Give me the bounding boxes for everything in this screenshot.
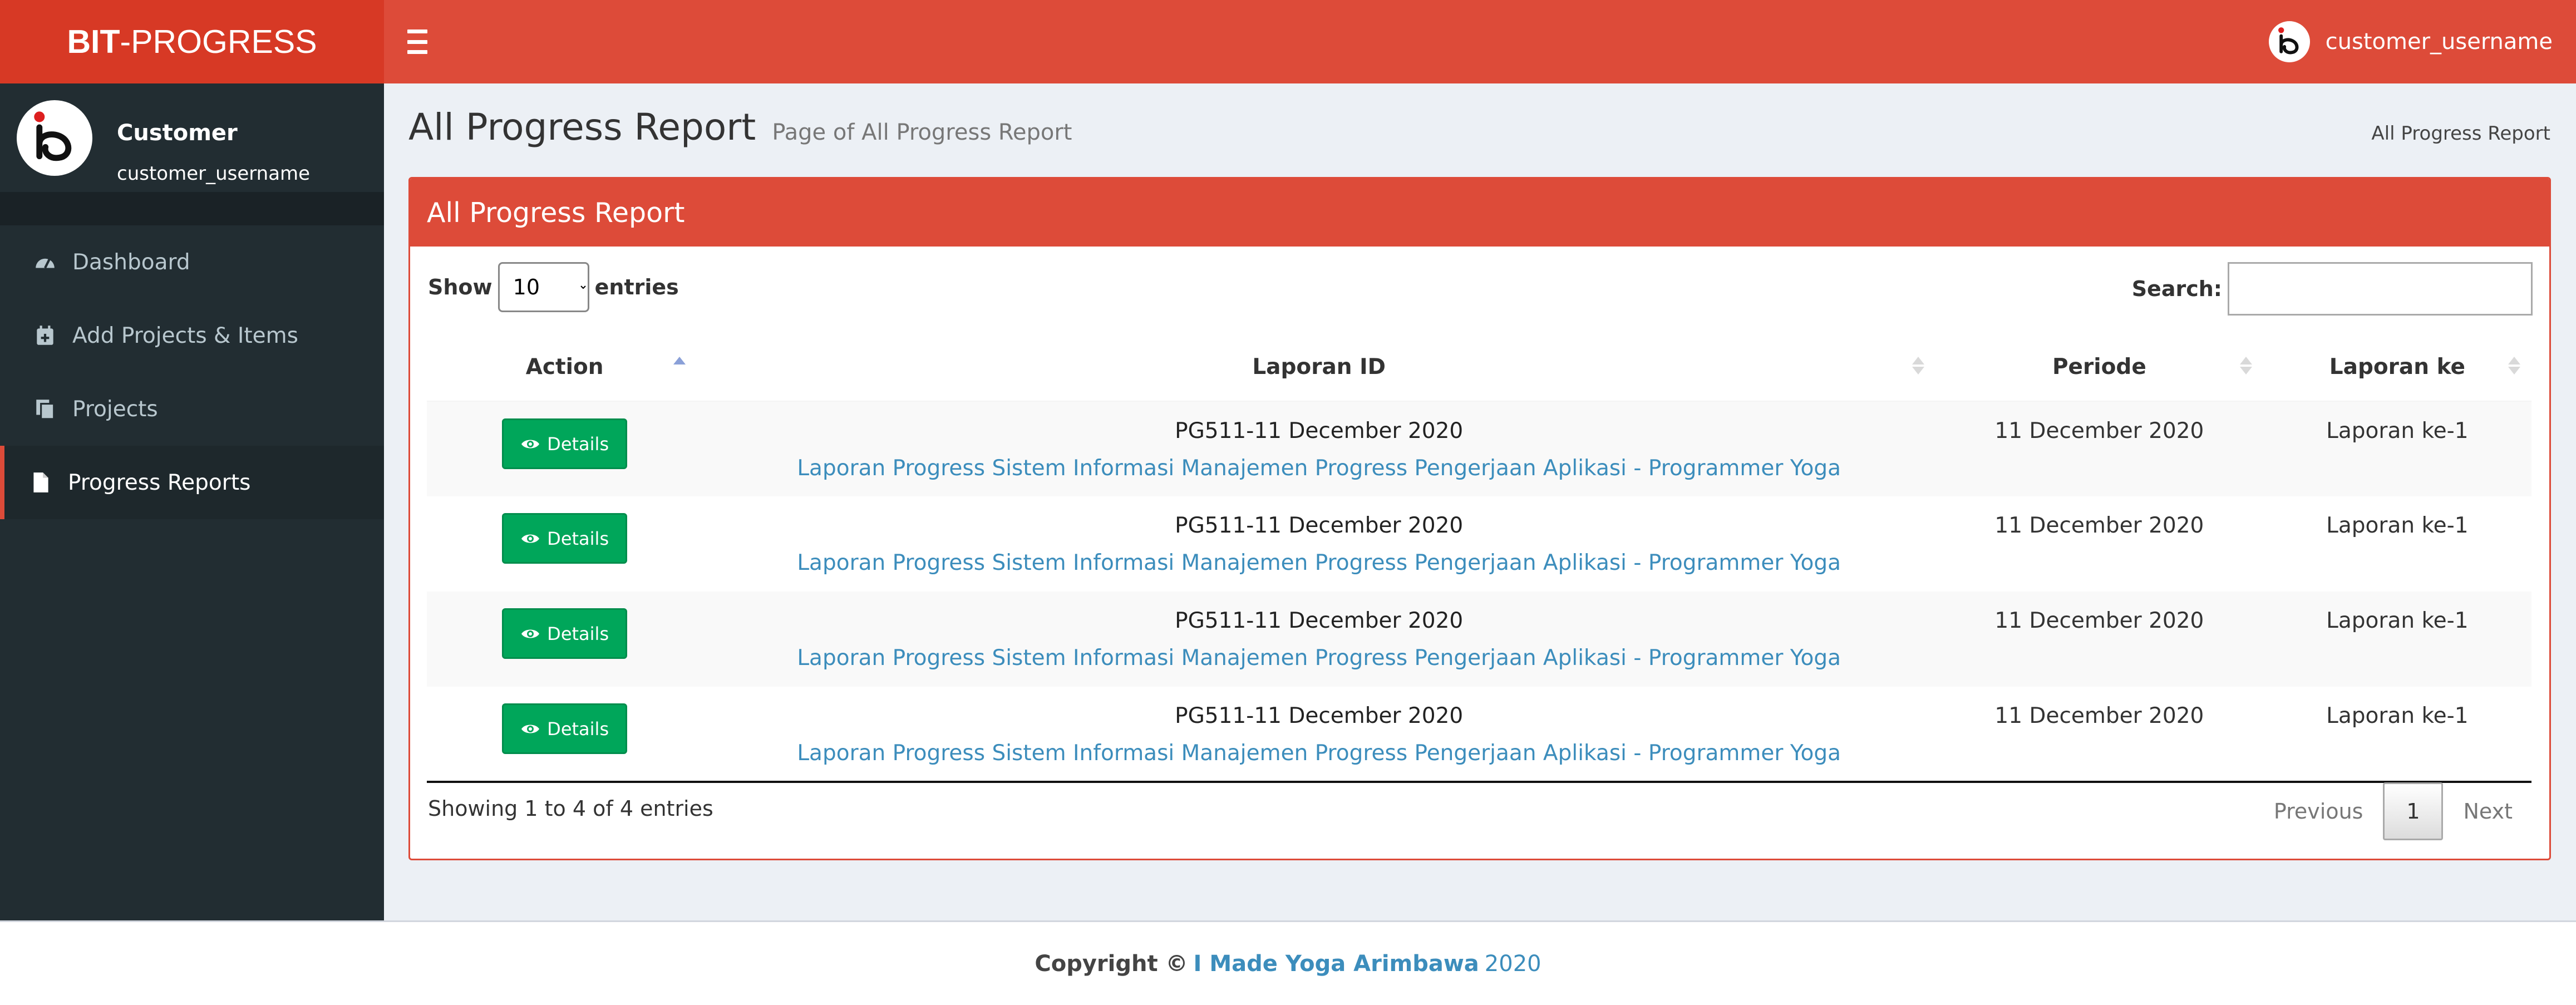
sidebar-item-dashboard[interactable]: Dashboard [0,225,384,299]
column-header-laporan-ke[interactable]: Laporan ke [2263,333,2531,402]
sidebar-toggle-button[interactable] [407,29,427,54]
laporan-ke-cell: Laporan ke-1 [2326,513,2469,538]
periode-cell: 11 December 2020 [1994,703,2204,728]
details-button[interactable]: Details [502,513,628,564]
column-header-action[interactable]: Action [427,333,703,402]
periode-cell: 11 December 2020 [1994,513,2204,538]
laporan-id: PG511-11 December 2020 [1175,703,1464,728]
avatar [17,100,92,176]
sidebar-header-divider [0,192,384,225]
search-control: Search: [2132,262,2533,316]
file-icon [29,471,52,494]
brand-rest: -PROGRESS [120,23,317,60]
copyright-label: Copyright © [1035,950,1188,977]
sidebar: Customer customer_username Dashboard Add… [0,83,384,920]
sort-icon [1912,357,1925,378]
laporan-ke-cell: Laporan ke-1 [2326,608,2469,633]
page-title: All Progress Report [408,106,756,149]
search-input[interactable] [2228,262,2533,316]
laporan-link[interactable]: Laporan Progress Sistem Informasi Manaje… [702,456,1935,481]
page-button-1[interactable]: 1 [2383,782,2444,840]
table-row: Details PG511-11 December 2020 Laporan P… [427,687,2531,782]
laporan-link[interactable]: Laporan Progress Sistem Informasi Manaje… [702,646,1935,671]
sidebar-user-name: Customer [117,120,238,146]
breadcrumb[interactable]: All Progress Report [2371,122,2550,145]
box-title: All Progress Report [410,179,2549,247]
brand-logo[interactable]: BIT -PROGRESS [0,0,384,83]
column-header-laporan-id[interactable]: Laporan ID [702,333,1936,402]
periode-cell: 11 December 2020 [1994,418,2204,444]
laporan-id: PG511-11 December 2020 [1175,608,1464,633]
reports-table: Action Laporan ID Periode Laporan ke Det… [427,333,2531,783]
table-row: Details PG511-11 December 2020 Laporan P… [427,401,2531,496]
top-navbar: customer_username [384,0,2576,83]
show-label: Show [428,275,492,299]
sidebar-item-progress-reports[interactable]: Progress Reports [0,446,384,519]
user-logo-icon [34,111,72,161]
eye-icon [521,629,540,638]
laporan-id: PG511-11 December 2020 [1175,513,1464,538]
sidebar-item-label: Projects [72,396,158,422]
sidebar-item-add-projects[interactable]: Add Projects & Items [0,299,384,372]
table-row: Details PG511-11 December 2020 Laporan P… [427,592,2531,687]
copyright-year: 2020 [1484,950,1541,977]
sort-icon [2239,357,2252,378]
entries-label: entries [594,275,679,299]
top-username: customer_username [2325,29,2553,55]
brand-bold: BIT [67,23,120,60]
eye-icon [521,440,540,448]
user-logo-icon [2278,27,2299,55]
details-button[interactable]: Details [502,703,628,754]
periode-cell: 11 December 2020 [1994,608,2204,633]
footer: Copyright © I Made Yoga Arimbawa 2020 [0,920,2576,1005]
page-subtitle: Page of All Progress Report [772,120,1072,145]
entries-length-control: Show 10 entries [428,262,679,312]
laporan-id: PG511-11 December 2020 [1175,418,1464,444]
content-header: All Progress Report Page of All Progress… [408,106,1072,149]
sort-asc-icon [673,357,686,378]
author-link[interactable]: I Made Yoga Arimbawa [1194,951,1479,977]
sidebar-user-sub: customer_username [117,162,311,185]
laporan-ke-cell: Laporan ke-1 [2326,418,2469,444]
sort-icon [2508,357,2520,378]
next-page-button[interactable]: Next [2443,782,2533,840]
hamburger-icon [407,29,427,33]
search-label: Search: [2131,277,2222,301]
laporan-link[interactable]: Laporan Progress Sistem Informasi Manaje… [702,741,1935,766]
calendar-plus-icon [33,324,57,347]
report-box: All Progress Report Show 10 entries Sear… [408,177,2551,860]
user-menu[interactable]: customer_username [2268,21,2553,62]
dashboard-icon [33,250,57,274]
eye-icon [521,725,540,733]
sidebar-menu: Dashboard Add Projects & Items Projects … [0,225,384,519]
previous-page-button[interactable]: Previous [2254,782,2383,840]
column-header-periode[interactable]: Periode [1935,333,2263,402]
pagination: Previous 1 Next [2254,782,2533,840]
table-row: Details PG511-11 December 2020 Laporan P… [427,496,2531,592]
entries-select[interactable]: 10 [498,262,589,312]
details-button[interactable]: Details [502,608,628,659]
sidebar-item-label: Add Projects & Items [72,323,298,348]
details-button[interactable]: Details [502,418,628,469]
sidebar-item-label: Dashboard [72,249,190,275]
eye-icon [521,534,540,543]
laporan-link[interactable]: Laporan Progress Sistem Informasi Manaje… [702,550,1935,575]
sidebar-item-label: Progress Reports [68,470,251,495]
avatar [2268,21,2310,62]
user-panel: Customer customer_username [0,83,384,192]
laporan-ke-cell: Laporan ke-1 [2326,703,2469,728]
copy-icon [33,397,57,421]
sidebar-item-projects[interactable]: Projects [0,372,384,446]
table-info: Showing 1 to 4 of 4 entries [428,796,713,821]
